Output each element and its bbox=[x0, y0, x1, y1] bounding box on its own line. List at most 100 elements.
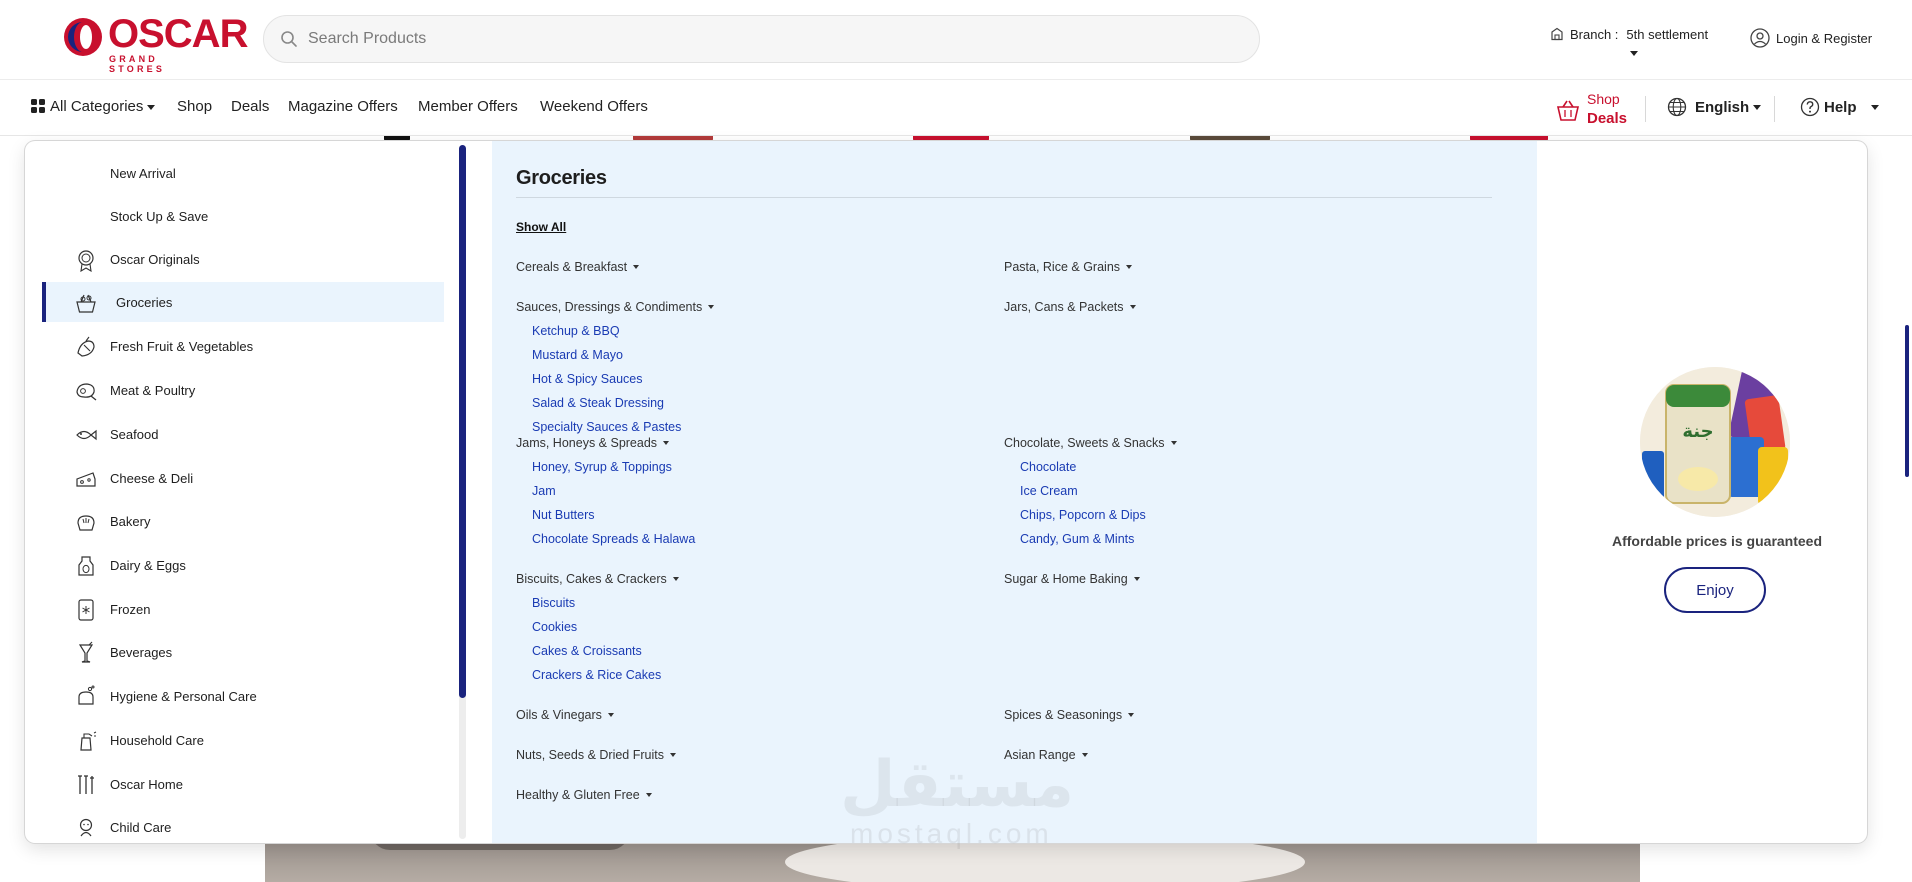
subcategory-link[interactable]: Honey, Syrup & Toppings bbox=[532, 455, 695, 479]
category-item-meat-poultry[interactable]: Meat & Poultry bbox=[42, 370, 444, 410]
subcategory-group-header[interactable]: Healthy & Gluten Free bbox=[516, 787, 652, 803]
page-scrollbar[interactable] bbox=[1905, 325, 1909, 477]
promo-products-image: جنة bbox=[1640, 367, 1790, 517]
subcategory-group-header[interactable]: Chocolate, Sweets & Snacks bbox=[1004, 435, 1177, 451]
chevron-down-icon bbox=[708, 305, 715, 309]
category-label: Cheese & Deli bbox=[110, 470, 194, 486]
subcategory-group-title: Jars, Cans & Packets bbox=[1004, 300, 1124, 314]
subcategory-group-title: Jams, Honeys & Spreads bbox=[516, 436, 658, 450]
category-item-dairy-eggs[interactable]: Dairy & Eggs bbox=[42, 545, 444, 585]
logo-wordmark: OSCAR bbox=[108, 12, 248, 56]
divider bbox=[516, 197, 1492, 198]
subcategory-link[interactable]: Candy, Gum & Mints bbox=[1020, 527, 1177, 551]
subcategory-link[interactable]: Cakes & Croissants bbox=[532, 639, 679, 663]
chevron-down-icon bbox=[1126, 265, 1133, 269]
category-label: Groceries bbox=[116, 294, 173, 310]
nav-shop[interactable]: Shop bbox=[177, 98, 212, 115]
help-menu[interactable]: Help bbox=[1800, 97, 1879, 117]
category-label: Meat & Poultry bbox=[110, 382, 196, 398]
subcategory-group-header[interactable]: Cereals & Breakfast bbox=[516, 259, 640, 275]
subcategory-group-header[interactable]: Sugar & Home Baking bbox=[1004, 571, 1140, 587]
subcategory-links: Ketchup & BBQ Mustard & Mayo Hot & Spicy S… bbox=[532, 319, 714, 439]
oscar-logo[interactable]: OSCAR GRAND STORES bbox=[62, 14, 248, 74]
category-item-oscar-originals[interactable]: Oscar Originals bbox=[42, 239, 444, 279]
help-icon bbox=[1800, 97, 1820, 117]
branch-selector[interactable]: Branch : 5th settlement bbox=[1550, 27, 1708, 56]
subcategory-link[interactable]: Chocolate bbox=[1020, 455, 1177, 479]
globe-icon bbox=[1667, 97, 1687, 117]
enjoy-button[interactable]: Enjoy bbox=[1664, 567, 1766, 613]
category-item-stock-up-save[interactable]: Stock Up & Save bbox=[42, 196, 444, 236]
subcategory-link[interactable]: Ketchup & BBQ bbox=[532, 319, 714, 343]
category-label: Beverages bbox=[110, 644, 173, 660]
subcategory-group: Healthy & Gluten Free bbox=[516, 787, 652, 803]
subcategory-group-header[interactable]: Jars, Cans & Packets bbox=[1004, 299, 1136, 315]
subcategory-group-header[interactable]: Pasta, Rice & Grains bbox=[1004, 259, 1133, 275]
subcategory-group-header[interactable]: Jams, Honeys & Spreads bbox=[516, 435, 695, 451]
subcategory-group-header[interactable]: Spices & Seasonings bbox=[1004, 707, 1135, 723]
subcategory-link[interactable]: Salad & Steak Dressing bbox=[532, 391, 714, 415]
category-list: New Arrival Stock Up & Save Oscar Original… bbox=[25, 141, 455, 843]
chevron-down-icon bbox=[1129, 305, 1136, 309]
category-item-beverages[interactable]: Beverages bbox=[42, 632, 444, 672]
subcategory-panel: Groceries Show All Cereals & Breakfast Sa… bbox=[492, 141, 1537, 843]
subcategory-group-header[interactable]: Biscuits, Cakes & Crackers bbox=[516, 571, 679, 587]
subcategory-group-header[interactable]: Oils & Vinegars bbox=[516, 707, 614, 723]
category-label: New Arrival bbox=[110, 165, 176, 181]
categories-mega-menu: New Arrival Stock Up & Save Oscar Original… bbox=[25, 141, 1867, 843]
subcategory-group-header[interactable]: Nuts, Seeds & Dried Fruits bbox=[516, 747, 676, 763]
category-item-hygiene-personal-care[interactable]: Hygiene & Personal Care bbox=[42, 676, 444, 716]
chevron-down-icon bbox=[1128, 713, 1135, 717]
subcategory-link[interactable]: Nut Butters bbox=[532, 503, 695, 527]
category-label: Fresh Fruit & Vegetables bbox=[110, 338, 254, 354]
drink-icon bbox=[78, 641, 94, 663]
category-item-household-care[interactable]: Household Care bbox=[42, 720, 444, 760]
category-label: Household Care bbox=[110, 732, 204, 748]
bread-icon bbox=[77, 515, 95, 531]
basket-deals-icon bbox=[1556, 100, 1580, 121]
category-item-cheese-deli[interactable]: Cheese & Deli bbox=[42, 458, 444, 498]
subcategory-link[interactable]: Chocolate Spreads & Halawa bbox=[532, 527, 695, 551]
category-list-scrollbar[interactable] bbox=[459, 145, 466, 839]
category-item-groceries[interactable]: Groceries bbox=[42, 282, 444, 322]
subcategory-links: Biscuits Cookies Cakes & Croissants Cracker… bbox=[532, 591, 679, 687]
soap-icon bbox=[78, 685, 95, 705]
subcategory-link[interactable]: Mustard & Mayo bbox=[532, 343, 714, 367]
category-item-oscar-home[interactable]: Oscar Home bbox=[42, 764, 444, 804]
all-categories-menu[interactable]: All Categories bbox=[31, 98, 156, 115]
category-label: Dairy & Eggs bbox=[110, 557, 186, 573]
subcategory-link[interactable]: Cookies bbox=[532, 615, 679, 639]
chevron-down-icon bbox=[607, 713, 614, 717]
category-item-child-care[interactable]: Child Care bbox=[42, 807, 444, 843]
subcategory-group-title: Oils & Vinegars bbox=[516, 708, 602, 722]
nav-weekend-offers[interactable]: Weekend Offers bbox=[540, 98, 648, 115]
category-item-frozen[interactable]: Frozen bbox=[42, 589, 444, 629]
vegetables-icon bbox=[77, 336, 95, 357]
category-item-fresh-fruit-vegetables[interactable]: Fresh Fruit & Vegetables bbox=[42, 326, 444, 366]
category-item-seafood[interactable]: Seafood bbox=[42, 414, 444, 454]
scrollbar-thumb[interactable] bbox=[459, 145, 466, 698]
subcategory-link[interactable]: Biscuits bbox=[532, 591, 679, 615]
search-input[interactable] bbox=[308, 26, 1208, 52]
milk-icon bbox=[78, 556, 94, 576]
nav-deals[interactable]: Deals bbox=[231, 98, 269, 115]
subcategory-group-title: Sauces, Dressings & Condiments bbox=[516, 300, 703, 314]
subcategory-group-title: Biscuits, Cakes & Crackers bbox=[516, 572, 667, 586]
subcategory-link[interactable]: Chips, Popcorn & Dips bbox=[1020, 503, 1177, 527]
search-bar bbox=[263, 15, 1260, 63]
subcategory-link[interactable]: Crackers & Rice Cakes bbox=[532, 663, 679, 687]
subcategory-group-header[interactable]: Sauces, Dressings & Condiments bbox=[516, 299, 715, 315]
subcategory-link[interactable]: Hot & Spicy Sauces bbox=[532, 367, 714, 391]
nav-member-offers[interactable]: Member Offers bbox=[418, 98, 518, 115]
search-icon[interactable] bbox=[280, 30, 298, 48]
category-item-bakery[interactable]: Bakery bbox=[42, 501, 444, 541]
category-item-new-arrival[interactable]: New Arrival bbox=[42, 153, 444, 193]
show-all-link[interactable]: Show All bbox=[516, 220, 566, 234]
subcategory-link[interactable]: Ice Cream bbox=[1020, 479, 1177, 503]
nav-magazine-offers[interactable]: Magazine Offers bbox=[288, 98, 398, 115]
chevron-down-icon bbox=[147, 104, 156, 110]
login-register-link[interactable]: Login & Register bbox=[1750, 28, 1872, 48]
chevron-down-icon bbox=[1133, 577, 1140, 581]
language-selector[interactable]: English bbox=[1667, 97, 1762, 117]
subcategory-link[interactable]: Jam bbox=[532, 479, 695, 503]
